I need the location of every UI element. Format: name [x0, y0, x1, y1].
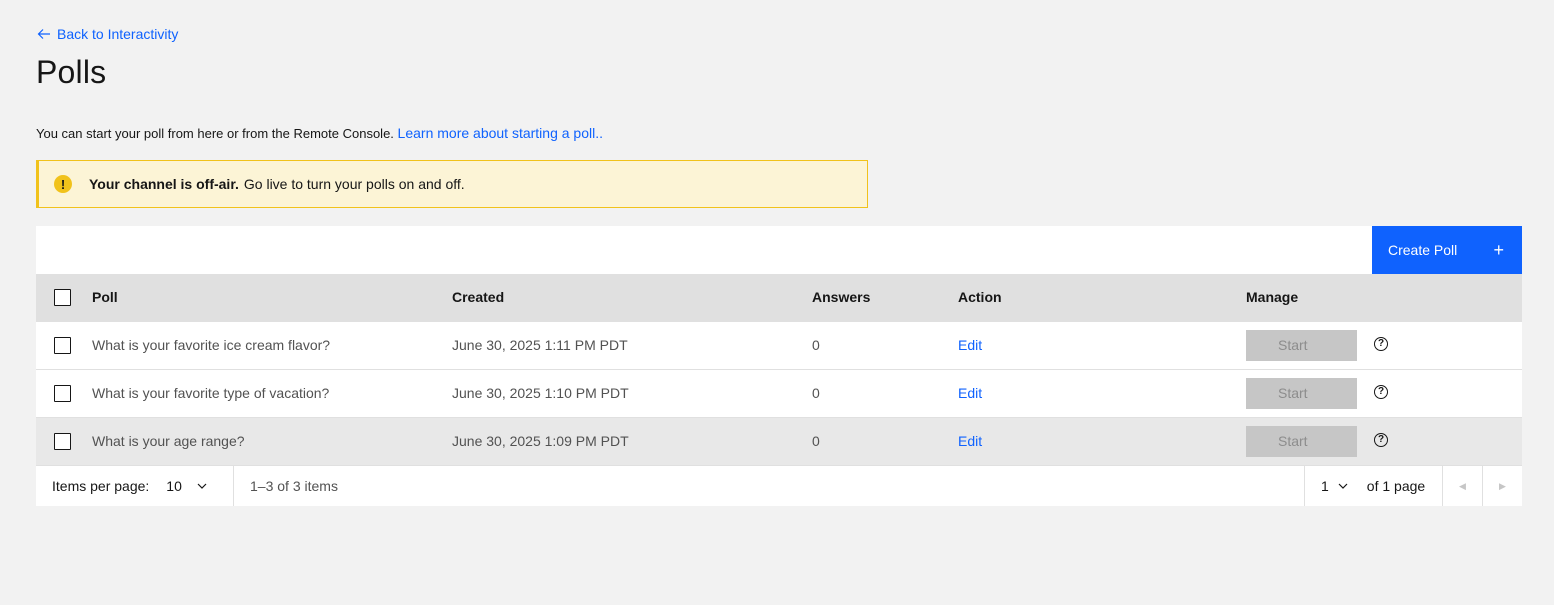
previous-page-button[interactable]: ◀	[1442, 466, 1482, 506]
table-row: What is your age range? June 30, 2025 1:…	[36, 417, 1522, 465]
row-checkbox[interactable]	[54, 433, 71, 451]
poll-answers: 0	[812, 433, 820, 450]
help-icon[interactable]: ?	[1374, 336, 1388, 351]
header-answers[interactable]: Answers	[812, 274, 958, 321]
back-link[interactable]: Back to Interactivity	[36, 26, 178, 42]
items-per-page-select[interactable]: 10	[166, 478, 208, 494]
header-manage: Manage	[1246, 289, 1299, 306]
poll-question: What is your age range?	[92, 433, 245, 450]
table-toolbar: Create Poll +	[36, 226, 1522, 274]
table-header-row: Poll Created Answers Action Manage	[36, 274, 1522, 321]
items-per-page-value: 10	[166, 478, 182, 494]
table-row: What is your favorite type of vacation? …	[36, 369, 1522, 417]
off-air-notification: ! Your channel is off-air. Go live to tu…	[36, 160, 868, 208]
arrow-left-icon	[37, 29, 50, 39]
header-poll[interactable]: Poll	[92, 274, 452, 321]
poll-answers: 0	[812, 337, 820, 353]
help-icon[interactable]: ?	[1374, 384, 1388, 399]
start-button[interactable]: Start	[1246, 377, 1357, 409]
items-per-page-label: Items per page:	[52, 478, 150, 494]
help-icon[interactable]: ?	[1374, 432, 1388, 447]
pagination-bar: Items per page: 10 1–3 of 3 items 1 of 1…	[36, 465, 1522, 506]
polls-table: Poll Created Answers Action Manage What …	[36, 274, 1522, 465]
page-select-value: 1	[1321, 478, 1329, 494]
polls-table-container: Create Poll + Poll Created Answers Actio…	[36, 226, 1522, 506]
table-row: What is your favorite ice cream flavor? …	[36, 321, 1522, 369]
poll-question: What is your favorite ice cream flavor?	[92, 337, 331, 353]
page-title: Polls	[36, 54, 107, 90]
chevron-down-icon	[197, 483, 207, 489]
page-select[interactable]: 1	[1321, 478, 1349, 494]
notice-message: Go live to turn your polls on and off.	[243, 176, 465, 192]
chevron-down-icon	[1338, 483, 1348, 489]
row-checkbox[interactable]	[54, 336, 71, 354]
intro-text: You can start your poll from here or fro…	[36, 125, 603, 141]
row-checkbox[interactable]	[54, 384, 71, 402]
items-range: 1–3 of 3 items	[250, 478, 338, 494]
notice-title: Your channel is off-air.	[89, 176, 239, 192]
caret-right-icon: ▶	[1499, 480, 1506, 491]
poll-question: What is your favorite type of vacation?	[92, 385, 330, 401]
poll-answers: 0	[812, 385, 820, 401]
warning-icon: !	[54, 175, 72, 193]
edit-link[interactable]: Edit	[958, 337, 982, 353]
poll-created: June 30, 2025 1:09 PM PDT	[452, 433, 629, 450]
total-pages: of 1 page	[1366, 478, 1426, 494]
header-action: Action	[958, 289, 1002, 306]
back-link-label: Back to Interactivity	[57, 26, 179, 42]
caret-left-icon: ◀	[1459, 480, 1466, 491]
polls-page: Back to Interactivity Polls You can star…	[0, 0, 1554, 605]
next-page-button[interactable]: ▶	[1482, 466, 1522, 506]
poll-created: June 30, 2025 1:10 PM PDT	[452, 385, 629, 401]
start-button[interactable]: Start	[1246, 329, 1357, 361]
header-created[interactable]: Created	[452, 274, 812, 321]
plus-icon: +	[1493, 239, 1504, 260]
create-poll-button[interactable]: Create Poll +	[1372, 226, 1522, 274]
learn-more-link[interactable]: Learn more about starting a poll..	[398, 125, 603, 141]
create-poll-label: Create Poll	[1388, 242, 1458, 258]
start-button[interactable]: Start	[1246, 425, 1357, 457]
poll-created: June 30, 2025 1:11 PM PDT	[452, 337, 628, 353]
select-all-checkbox[interactable]	[54, 289, 71, 307]
edit-link[interactable]: Edit	[958, 433, 982, 449]
edit-link[interactable]: Edit	[958, 385, 982, 401]
intro-description: You can start your poll from here or fro…	[36, 126, 394, 141]
